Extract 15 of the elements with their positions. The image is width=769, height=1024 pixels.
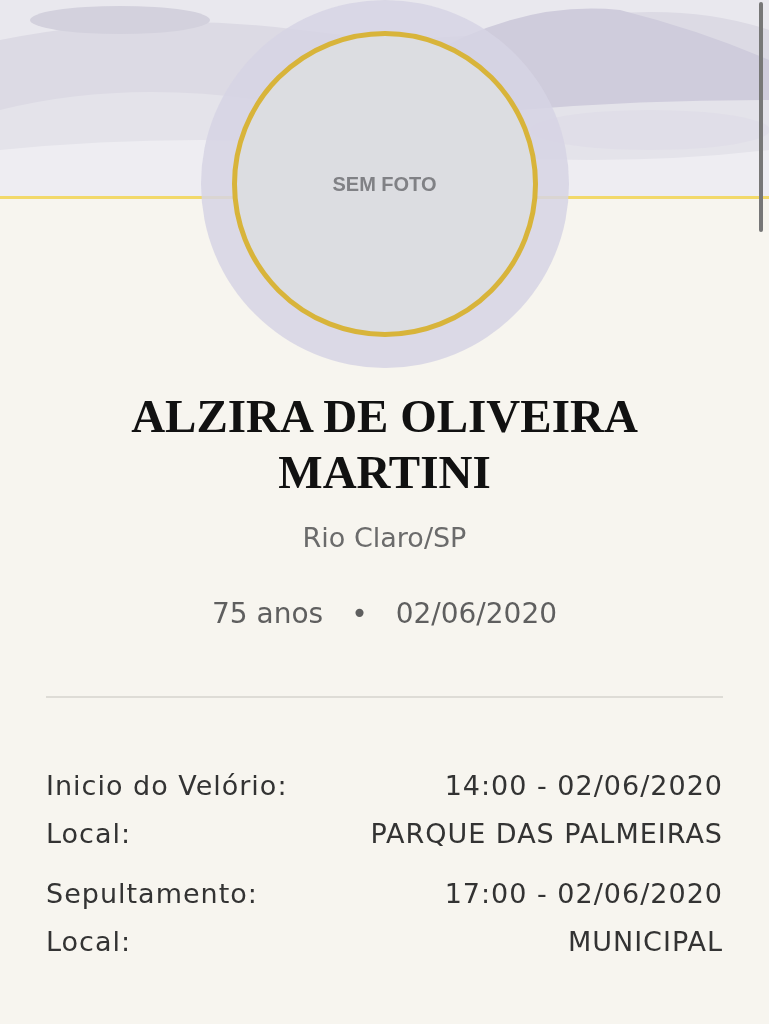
detail-label: Local: bbox=[46, 925, 132, 959]
age-text: 75 anos bbox=[211, 597, 324, 630]
detail-label: Sepultamento: bbox=[46, 877, 258, 911]
person-name: ALZIRA DE OLIVEIRA MARTINI bbox=[130, 389, 639, 500]
date-text: 02/06/2020 bbox=[395, 597, 558, 630]
scrollbar[interactable] bbox=[759, 2, 763, 232]
detail-value: PARQUE DAS PALMEIRAS bbox=[370, 817, 723, 851]
detail-value: MUNICIPAL bbox=[567, 925, 723, 959]
photo-placeholder-text: SEM FOTO bbox=[332, 172, 437, 196]
detail-label: Local: bbox=[46, 817, 132, 851]
city-text: Rio Claro/SP bbox=[301, 522, 468, 553]
separator-dot: • bbox=[351, 597, 368, 630]
detail-label: Inicio do Velório: bbox=[46, 769, 288, 803]
detail-value: 14:00 - 02/06/2020 bbox=[444, 769, 723, 803]
detail-value: 17:00 - 02/06/2020 bbox=[444, 877, 723, 911]
